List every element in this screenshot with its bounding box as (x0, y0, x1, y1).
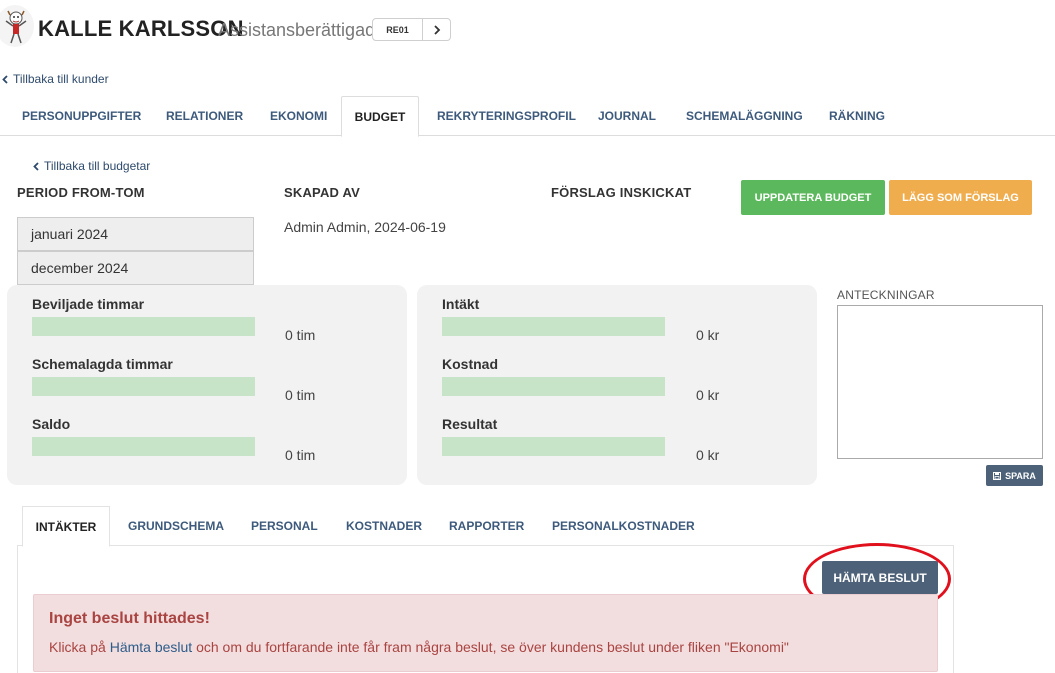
back-to-customers-link[interactable]: Tillbaka till kunder (2, 72, 109, 86)
tab-budget[interactable]: BUDGET (341, 96, 419, 137)
period-label: PERIOD FROM-TOM (17, 185, 145, 200)
stat-label: Schemalagda timmar (32, 356, 173, 372)
customer-code-box: RE01 (372, 18, 451, 41)
stat-income: Intäkt 0 kr (442, 296, 719, 343)
tab-relationer[interactable]: RELATIONER (166, 96, 243, 136)
main-tabs: PERSONUPPGIFTER RELATIONER EKONOMI BUDGE… (0, 96, 1055, 137)
alert-prefix: Klicka på (49, 639, 110, 655)
created-by-value: Admin Admin, 2024-06-19 (284, 219, 446, 235)
fetch-decision-link[interactable]: Hämta beslut (110, 639, 192, 655)
stat-value: 0 kr (696, 327, 720, 343)
budget-sub-tabs: INTÄKTER GRUNDSCHEMA PERSONAL KOSTNADER … (17, 506, 954, 547)
period-from-input[interactable]: januari 2024 (17, 217, 254, 251)
hours-panel: Beviljade timmar 0 tim Schemalagda timma… (7, 285, 407, 485)
avatar-figure-icon (5, 10, 27, 44)
stat-label: Kostnad (442, 356, 498, 372)
back-to-budgets-link[interactable]: Tillbaka till budgetar (33, 159, 150, 173)
tab-rakning[interactable]: RÄKNING (829, 96, 885, 136)
notes-textarea[interactable] (837, 305, 1043, 459)
tab-rekryteringsprofil[interactable]: REKRYTERINGSPROFIL (437, 96, 576, 136)
stat-value: 0 tim (285, 387, 316, 403)
customer-name: KALLE KARLSSON (38, 16, 244, 41)
stat-granted-hours: Beviljade timmar 0 tim (32, 296, 315, 343)
created-by-label: SKAPAD AV (284, 185, 360, 200)
stat-bar (32, 317, 255, 336)
avatar (0, 5, 34, 47)
subtab-rapporter[interactable]: RAPPORTER (449, 506, 524, 546)
alert-text: Klicka på Hämta beslut och om du fortfar… (49, 639, 789, 655)
tab-schemalaggning[interactable]: SCHEMALÄGGNING (686, 96, 803, 136)
tab-ekonomi[interactable]: EKONOMI (270, 96, 327, 136)
subtab-kostnader[interactable]: KOSTNADER (346, 506, 422, 546)
alert-suffix: och om du fortfarande inte får fram någr… (192, 639, 789, 655)
proposal-sent-label: FÖRSLAG INSKICKAT (551, 185, 692, 200)
stat-bar (32, 377, 255, 396)
subtab-personalkostnader[interactable]: PERSONALKOSTNADER (552, 506, 695, 546)
update-budget-button[interactable]: UPPDATERA BUDGET (741, 180, 885, 215)
stat-result: Resultat 0 kr (442, 416, 719, 463)
stat-label: Resultat (442, 416, 498, 432)
finance-panel: Intäkt 0 kr Kostnad 0 kr Resultat 0 kr (417, 285, 817, 485)
subtab-grundschema[interactable]: GRUNDSCHEMA (128, 506, 224, 546)
save-notes-label: SPARA (1005, 470, 1036, 481)
subtab-personal[interactable]: PERSONAL (251, 506, 318, 546)
stat-cost: Kostnad 0 kr (442, 356, 719, 403)
stat-value: 0 tim (285, 447, 316, 463)
chevron-left-icon (2, 74, 8, 84)
fetch-decision-button[interactable]: HÄMTA BESLUT (822, 561, 938, 594)
next-customer-button[interactable] (423, 19, 450, 40)
tab-personuppgifter[interactable]: PERSONUPPGIFTER (22, 96, 141, 136)
stat-bar (442, 377, 665, 396)
chevron-right-icon (433, 24, 440, 35)
alert-title: Inget beslut hittades! (49, 610, 210, 627)
subtab-intakter[interactable]: INTÄKTER (22, 506, 110, 547)
notes-label: ANTECKNINGAR (837, 288, 935, 302)
back-to-customers-label: Tillbaka till kunder (13, 72, 109, 86)
tab-journal[interactable]: JOURNAL (598, 96, 656, 136)
stat-bar (442, 317, 665, 336)
add-as-proposal-button[interactable]: LÄGG SOM FÖRSLAG (889, 180, 1032, 215)
stat-label: Saldo (32, 416, 71, 432)
chevron-left-icon (33, 161, 39, 171)
no-decision-alert: Inget beslut hittades! Klicka på Hämta b… (33, 594, 938, 672)
stat-label: Intäkt (442, 296, 480, 312)
stat-value: 0 kr (696, 447, 720, 463)
save-notes-button[interactable]: SPARA (986, 465, 1043, 486)
period-to-input[interactable]: december 2024 (17, 251, 254, 285)
stat-label: Beviljade timmar (32, 296, 145, 312)
customer-role: Assistansberättigad (218, 20, 376, 40)
back-to-budgets-label: Tillbaka till budgetar (44, 159, 151, 173)
customer-code: RE01 (373, 19, 423, 40)
stat-value: 0 tim (285, 327, 316, 343)
floppy-disk-icon (993, 471, 1002, 480)
stat-balance: Saldo 0 tim (32, 416, 315, 463)
stat-bar (442, 437, 665, 456)
stat-value: 0 kr (696, 387, 720, 403)
stat-bar (32, 437, 255, 456)
stat-scheduled-hours: Schemalagda timmar 0 tim (32, 356, 315, 403)
